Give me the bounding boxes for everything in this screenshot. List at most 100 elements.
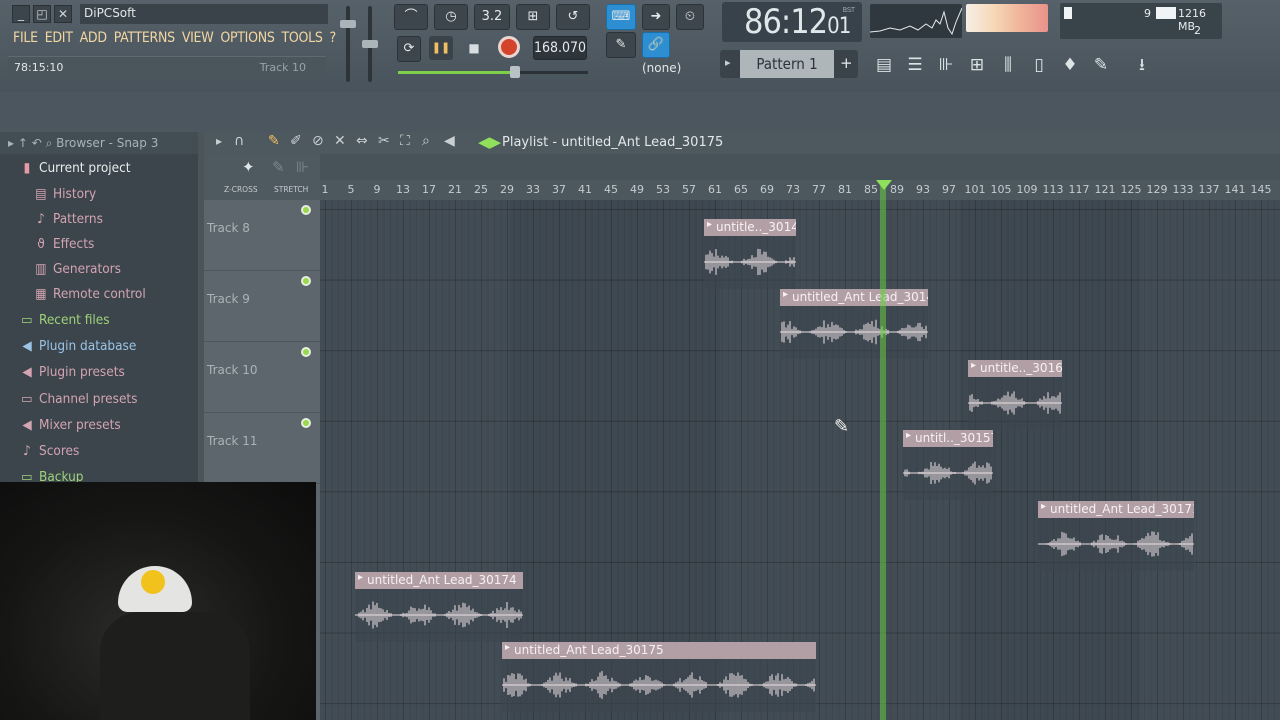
browser-item-recent-files[interactable]: ▭ Recent files [20,312,109,328]
browser-item-mixer-presets[interactable]: ◀ Mixer presets [20,417,120,433]
stretch-label[interactable]: STRETCH [274,185,308,194]
snap-diamond-icon[interactable]: ✦ [242,158,255,176]
browser-item-remote-control[interactable]: ▦ Remote control [34,286,145,302]
master-pitch-slider[interactable] [362,6,378,82]
audio-clip[interactable]: untitled_Ant Lead_30175 [502,642,816,712]
browser-item-plugin-presets[interactable]: ◀ Plugin presets [20,364,124,380]
browser-item-channel-presets[interactable]: ▭ Channel presets [20,391,137,407]
magnet-icon[interactable]: ∩ [234,133,244,149]
browser-item-plugin-database[interactable]: ◀ Plugin database [20,338,136,354]
menu-edit[interactable]: EDIT [42,26,77,50]
close-icon[interactable]: ✕ [54,5,72,23]
menu-options[interactable]: OPTIONS [217,26,278,50]
mute-icon[interactable]: ✕ [334,133,346,149]
pattern-selector[interactable]: ▸ Pattern 1 + [720,50,858,78]
pencil-icon[interactable]: ✎ [272,158,285,176]
menu-help[interactable]: ? [327,26,340,50]
step-edit-icon[interactable]: ⊞ [516,4,550,30]
browser-item-generators[interactable]: ▥ Generators [34,261,121,277]
pattern-label[interactable]: Pattern 1 [740,50,834,78]
arrow-right-icon[interactable]: ➜ [642,4,670,30]
browser-window-icon[interactable]: ▯ [1025,50,1053,80]
keyboard-icon[interactable]: ⊪ [296,158,309,176]
time-format-label: B:S:T [842,6,855,14]
play-pause-button[interactable]: ❚❚ [429,36,453,60]
playlist-overview-bar[interactable] [320,154,1280,180]
master-volume-slider[interactable] [340,6,356,82]
browser-item-patterns[interactable]: ♪ Patterns [34,211,103,227]
track-header[interactable]: Track 11 [204,413,320,484]
menu-patterns[interactable]: PATTERNS [111,26,179,50]
step-sequencer-icon[interactable]: ⊞ [963,50,991,80]
audio-clip[interactable]: untitled_Ant Lead_30171 [1038,501,1194,571]
speaker-icon[interactable]: ◀ [444,133,455,149]
loop-record-icon[interactable]: ↺ [556,4,590,30]
browser-item-scores[interactable]: ♪ Scores [20,443,79,459]
audio-clip[interactable]: untitle.._30167 [968,360,1062,430]
metronome-icon[interactable]: ⌒ [394,4,428,30]
restore-icon[interactable]: ◰ [33,5,51,23]
clip-name: untitled_Ant Lead_30146 [780,289,928,306]
piano-roll-icon[interactable]: ⊪ [932,50,960,80]
master-level-slider[interactable] [398,71,588,74]
timeline-ruler[interactable]: 1 5 9 13 17 21 25 29 33 37 41 45 49 53 57 61 65 69 73 77 81 8… [320,180,1280,200]
tempo-display[interactable]: 168.070 [533,36,587,60]
browser-item-current-project[interactable]: ▮ Current project [20,160,131,176]
audio-clip[interactable]: untitled_Ant Lead_30146 [780,289,928,359]
stop-button[interactable]: ■ [463,36,485,60]
track-header[interactable]: Track 8 [204,200,320,271]
add-pattern-icon[interactable]: + [840,54,853,72]
slice-icon[interactable]: ✂ [378,133,390,149]
record-button[interactable] [498,36,520,58]
wait-icon[interactable]: ◷ [434,4,468,30]
select-icon[interactable]: ⛶ [400,133,410,149]
browser-item-effects[interactable]: ϑ Effects [34,236,94,252]
audio-clip[interactable]: untitled_Ant Lead_30174 [355,572,523,642]
delete-icon[interactable]: ⊘ [312,133,324,149]
ruler-tick-label: 65 [734,183,748,196]
ruler-tick-label: 77 [812,183,826,196]
download-icon[interactable]: ⭳ [1128,50,1156,80]
channel-rack-icon[interactable]: ☰ [901,50,929,80]
track-led[interactable] [301,347,311,357]
pattern-prev-icon[interactable]: ▸ [725,56,731,69]
playlist-window-icon[interactable]: ▤ [870,50,898,80]
playlist-menu-arrow-icon[interactable]: ▸ [216,134,222,148]
project-icon[interactable]: ✎ [1087,50,1115,80]
plugin-picker-icon[interactable]: ♦ [1056,50,1084,80]
link-edit-icon[interactable]: ✎ [606,32,636,58]
slider-knob[interactable] [510,66,520,78]
pattern-none-selector[interactable]: (none) [636,58,702,80]
menu-tools[interactable]: TOOLS [279,26,327,50]
track-led[interactable] [301,418,311,428]
loop-mode-icon[interactable]: ⟳ [397,36,421,62]
track-led[interactable] [301,205,311,215]
snap-value-button[interactable]: 3.2 [474,4,510,30]
window-title: DiPCSoft [80,4,328,24]
mixer-icon[interactable]: ⫼ [994,50,1022,80]
metronome-mute-icon[interactable]: ⏲ [676,4,704,30]
zcross-label[interactable]: Z-CROSS [224,185,258,194]
browser-arrows-icon[interactable]: ▸ ↑ ↶ ⌕ [8,136,56,150]
slider-knob[interactable] [362,40,378,48]
track-header[interactable]: Track 10 [204,342,320,413]
slider-knob[interactable] [340,20,356,28]
pencil-icon[interactable]: ✎ [268,133,280,149]
typing-keyboard-icon[interactable]: ⌨ [606,4,636,30]
link-icon[interactable]: 🔗 [642,32,670,58]
menu-add[interactable]: ADD [77,26,111,50]
zoom-icon[interactable]: ⌕ [422,133,430,149]
audio-clip[interactable]: untitle.._30144 [704,219,796,289]
playlist-nav-icon[interactable]: ◀▶ [478,133,501,151]
minimize-icon[interactable]: _ [12,5,30,23]
brush-icon[interactable]: ✐ [290,133,302,149]
track-header[interactable]: Track 9 [204,271,320,342]
menu-file[interactable]: FILE [10,26,42,50]
playhead-marker[interactable] [876,180,892,190]
menu-view[interactable]: VIEW [179,26,218,50]
ruler-tick-label: 33 [526,183,540,196]
audio-clip[interactable]: untitl.._30157 [903,430,993,500]
slip-icon[interactable]: ⇔ [356,133,368,149]
track-led[interactable] [301,276,311,286]
browser-item-history[interactable]: ▤ History [34,186,96,202]
